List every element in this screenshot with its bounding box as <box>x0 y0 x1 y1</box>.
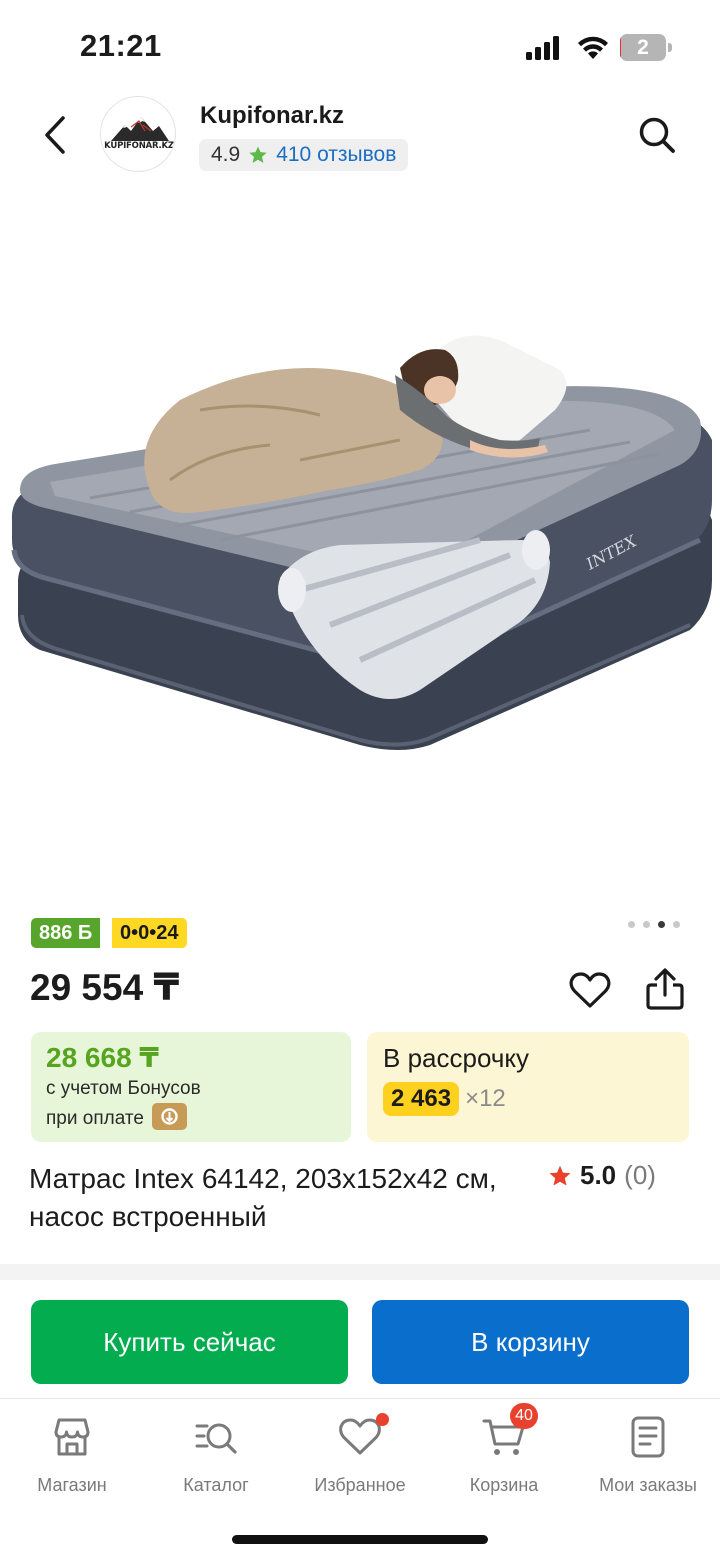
tab-catalog-label: Каталог <box>183 1475 249 1495</box>
bonus-badge: 886 Б <box>31 918 101 948</box>
bonus-price: 28 668 ₸ <box>46 1042 159 1073</box>
battery-body: 2 <box>620 34 666 61</box>
mountain-logo-icon <box>111 117 169 141</box>
installment-times: ×12 <box>465 1085 506 1112</box>
search-icon <box>639 117 675 153</box>
gallery-pagination-dots[interactable] <box>628 921 680 929</box>
favorites-notification-dot <box>376 1413 389 1426</box>
tab-cart-label: Корзина <box>469 1475 539 1495</box>
battery-cap <box>668 43 672 52</box>
home-indicator <box>232 1535 488 1544</box>
status-bar: 21:21 2 <box>0 0 720 96</box>
wifi-icon <box>578 36 608 59</box>
installment-row: 2 463 ×12 <box>383 1082 673 1116</box>
store-icon <box>54 1418 90 1456</box>
section-divider <box>0 1264 720 1280</box>
gallery-dot[interactable] <box>673 921 680 928</box>
tab-catalog[interactable]: Каталог <box>144 1411 288 1501</box>
product-rating-count: (0) <box>624 1160 656 1190</box>
battery-level: 2 <box>637 36 649 59</box>
store-name[interactable]: Kupifonar.kz <box>200 102 344 130</box>
cart-count-badge: 40 <box>510 1403 538 1429</box>
store-rating-value: 4.9 <box>211 143 241 166</box>
cellular-signal-icon <box>526 36 559 60</box>
store-header: KUPIFONAR.KZ Kupifonar.kz 4.9 410 отзыво… <box>0 96 720 180</box>
star-icon <box>549 1165 571 1185</box>
installment-amount: 2 463 <box>383 1082 460 1116</box>
installment-title: В рассрочку <box>383 1043 530 1073</box>
bonus-line-2-row: при оплате <box>46 1103 336 1134</box>
buy-now-button[interactable]: Купить сейчас <box>31 1300 348 1384</box>
bonus-line-1: с учетом Бонусов <box>46 1078 201 1099</box>
chevron-left-icon <box>45 116 65 154</box>
tab-orders-label: Мои заказы <box>599 1475 697 1495</box>
heart-icon <box>569 972 611 1008</box>
orders-icon <box>631 1416 665 1458</box>
battery-indicator: 2 <box>620 34 672 61</box>
payment-method-icon <box>151 1103 187 1131</box>
tab-store-label: Магазин <box>37 1475 107 1495</box>
add-to-cart-button[interactable]: В корзину <box>372 1300 689 1384</box>
bonus-line-2: при оплате <box>46 1108 144 1129</box>
favorite-button[interactable] <box>566 966 614 1014</box>
product-rating[interactable]: 5.0 (0) <box>548 1160 656 1191</box>
tab-store[interactable]: Магазин <box>0 1411 144 1501</box>
bonus-price-card[interactable]: 28 668 ₸ с учетом Бонусов при оплате <box>31 1032 351 1142</box>
reviews-link[interactable]: 410 отзывов <box>276 143 396 167</box>
share-icon <box>646 968 684 1010</box>
tab-favorites[interactable]: Избранное <box>288 1411 432 1501</box>
product-image[interactable]: INTEX <box>0 250 720 810</box>
tab-orders[interactable]: Мои заказы <box>576 1411 720 1501</box>
gallery-dot[interactable] <box>628 921 635 928</box>
bottom-tab-bar: Магазин Каталог Избранное 40 Корзина Мои… <box>0 1398 720 1558</box>
search-button[interactable] <box>632 110 682 160</box>
gallery-dot[interactable] <box>658 921 665 928</box>
catalog-search-icon <box>195 1423 237 1454</box>
share-button[interactable] <box>640 964 690 1014</box>
product-rating-value: 5.0 <box>580 1160 617 1190</box>
product-price: 29 554 ₸ <box>30 967 180 1008</box>
status-time: 21:21 <box>80 28 162 63</box>
gallery-dot[interactable] <box>643 921 650 928</box>
store-logo-text: KUPIFONAR.KZ <box>104 141 174 151</box>
store-logo[interactable]: KUPIFONAR.KZ <box>100 96 176 172</box>
star-icon <box>249 146 267 163</box>
back-button[interactable] <box>30 110 80 160</box>
installment-badge: 0•0•24 <box>112 918 187 948</box>
store-rating-pill[interactable]: 4.9 410 отзывов <box>199 139 409 171</box>
installment-card[interactable]: В рассрочку 2 463 ×12 <box>367 1032 689 1142</box>
product-title: Матрас Intex 64142, 203x152x42 см, насос… <box>29 1163 497 1232</box>
tab-cart[interactable]: 40 Корзина <box>432 1403 576 1501</box>
tab-favorites-label: Избранное <box>314 1475 406 1495</box>
